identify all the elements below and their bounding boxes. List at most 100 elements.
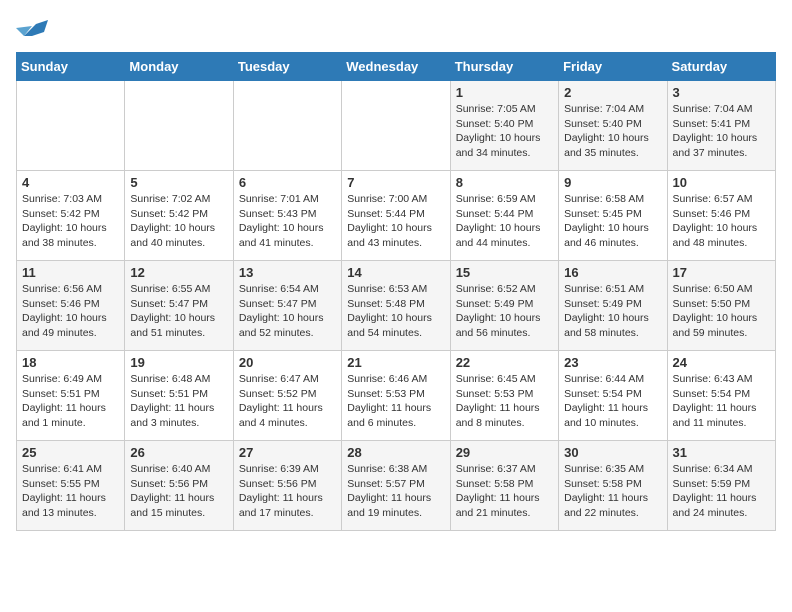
day-number: 31 <box>673 445 770 460</box>
day-info: Sunrise: 6:54 AMSunset: 5:47 PMDaylight:… <box>239 282 336 341</box>
calendar-day-cell: 14Sunrise: 6:53 AMSunset: 5:48 PMDayligh… <box>342 261 450 351</box>
weekday-header: Thursday <box>450 53 558 81</box>
calendar-day-cell: 15Sunrise: 6:52 AMSunset: 5:49 PMDayligh… <box>450 261 558 351</box>
calendar-week-row: 4 Sunrise: 7:03 AMSunset: 5:42 PMDaylight… <box>17 171 776 261</box>
day-info: Sunrise: 7:04 AMSunset: 5:41 PMDaylight:… <box>673 102 770 161</box>
day-number: 1 <box>456 85 553 100</box>
day-number: 5 <box>130 175 227 190</box>
calendar-day-cell <box>125 81 233 171</box>
day-info: Sunrise: 6:46 AMSunset: 5:53 PMDaylight:… <box>347 372 444 431</box>
weekday-header: Wednesday <box>342 53 450 81</box>
calendar-day-cell: 6 Sunrise: 7:01 AMSunset: 5:43 PMDaylight… <box>233 171 341 261</box>
weekday-header: Monday <box>125 53 233 81</box>
weekday-header: Sunday <box>17 53 125 81</box>
day-number: 24 <box>673 355 770 370</box>
calendar-week-row: 25 Sunrise: 6:41 AMSunset: 5:55 PMDayligh… <box>17 441 776 531</box>
day-info: Sunrise: 6:35 AMSunset: 5:58 PMDaylight:… <box>564 462 661 521</box>
calendar-day-cell: 22 Sunrise: 6:45 AMSunset: 5:53 PMDayligh… <box>450 351 558 441</box>
day-info: Sunrise: 6:47 AMSunset: 5:52 PMDaylight:… <box>239 372 336 431</box>
calendar-day-cell: 4 Sunrise: 7:03 AMSunset: 5:42 PMDaylight… <box>17 171 125 261</box>
day-info: Sunrise: 6:45 AMSunset: 5:53 PMDaylight:… <box>456 372 553 431</box>
weekday-header: Tuesday <box>233 53 341 81</box>
day-info: Sunrise: 6:44 AMSunset: 5:54 PMDaylight:… <box>564 372 661 431</box>
day-info: Sunrise: 6:57 AMSunset: 5:46 PMDaylight:… <box>673 192 770 251</box>
day-number: 29 <box>456 445 553 460</box>
day-info: Sunrise: 6:50 AMSunset: 5:50 PMDaylight:… <box>673 282 770 341</box>
day-info: Sunrise: 6:51 AMSunset: 5:49 PMDaylight:… <box>564 282 661 341</box>
day-info: Sunrise: 7:03 AMSunset: 5:42 PMDaylight:… <box>22 192 119 251</box>
calendar-day-cell: 3 Sunrise: 7:04 AMSunset: 5:41 PMDaylight… <box>667 81 775 171</box>
logo-icon <box>16 16 48 44</box>
day-info: Sunrise: 6:49 AMSunset: 5:51 PMDaylight:… <box>22 372 119 431</box>
day-number: 9 <box>564 175 661 190</box>
day-number: 22 <box>456 355 553 370</box>
day-number: 8 <box>456 175 553 190</box>
day-info: Sunrise: 6:58 AMSunset: 5:45 PMDaylight:… <box>564 192 661 251</box>
calendar-day-cell <box>342 81 450 171</box>
calendar-day-cell: 9 Sunrise: 6:58 AMSunset: 5:45 PMDaylight… <box>559 171 667 261</box>
weekday-header: Friday <box>559 53 667 81</box>
day-number: 18 <box>22 355 119 370</box>
calendar-day-cell <box>233 81 341 171</box>
day-number: 21 <box>347 355 444 370</box>
calendar-day-cell: 1 Sunrise: 7:05 AMSunset: 5:40 PMDaylight… <box>450 81 558 171</box>
calendar-day-cell <box>17 81 125 171</box>
day-number: 3 <box>673 85 770 100</box>
day-number: 23 <box>564 355 661 370</box>
calendar-day-cell: 13 Sunrise: 6:54 AMSunset: 5:47 PMDayligh… <box>233 261 341 351</box>
day-number: 10 <box>673 175 770 190</box>
day-info: Sunrise: 7:00 AMSunset: 5:44 PMDaylight:… <box>347 192 444 251</box>
calendar-day-cell: 8 Sunrise: 6:59 AMSunset: 5:44 PMDaylight… <box>450 171 558 261</box>
day-number: 13 <box>239 265 336 280</box>
calendar-day-cell: 12Sunrise: 6:55 AMSunset: 5:47 PMDayligh… <box>125 261 233 351</box>
day-info: Sunrise: 6:52 AMSunset: 5:49 PMDaylight:… <box>456 282 553 341</box>
calendar-week-row: 1 Sunrise: 7:05 AMSunset: 5:40 PMDaylight… <box>17 81 776 171</box>
page-header <box>16 16 776 44</box>
calendar-day-cell: 21 Sunrise: 6:46 AMSunset: 5:53 PMDayligh… <box>342 351 450 441</box>
day-number: 30 <box>564 445 661 460</box>
day-info: Sunrise: 7:05 AMSunset: 5:40 PMDaylight:… <box>456 102 553 161</box>
calendar-day-cell: 16Sunrise: 6:51 AMSunset: 5:49 PMDayligh… <box>559 261 667 351</box>
day-number: 2 <box>564 85 661 100</box>
calendar-day-cell: 18 Sunrise: 6:49 AMSunset: 5:51 PMDayligh… <box>17 351 125 441</box>
calendar-table: SundayMondayTuesdayWednesdayThursdayFrid… <box>16 52 776 531</box>
day-info: Sunrise: 7:02 AMSunset: 5:42 PMDaylight:… <box>130 192 227 251</box>
calendar-day-cell: 23 Sunrise: 6:44 AMSunset: 5:54 PMDayligh… <box>559 351 667 441</box>
calendar-day-cell: 27Sunrise: 6:39 AMSunset: 5:56 PMDayligh… <box>233 441 341 531</box>
day-info: Sunrise: 6:43 AMSunset: 5:54 PMDaylight:… <box>673 372 770 431</box>
day-info: Sunrise: 6:41 AMSunset: 5:55 PMDaylight:… <box>22 462 119 521</box>
day-number: 20 <box>239 355 336 370</box>
day-info: Sunrise: 6:59 AMSunset: 5:44 PMDaylight:… <box>456 192 553 251</box>
day-number: 6 <box>239 175 336 190</box>
calendar-day-cell: 17 Sunrise: 6:50 AMSunset: 5:50 PMDayligh… <box>667 261 775 351</box>
calendar-day-cell: 31Sunrise: 6:34 AMSunset: 5:59 PMDayligh… <box>667 441 775 531</box>
logo <box>16 16 52 44</box>
calendar-header-row: SundayMondayTuesdayWednesdayThursdayFrid… <box>17 53 776 81</box>
calendar-day-cell: 24 Sunrise: 6:43 AMSunset: 5:54 PMDayligh… <box>667 351 775 441</box>
day-number: 28 <box>347 445 444 460</box>
weekday-header: Saturday <box>667 53 775 81</box>
day-info: Sunrise: 6:37 AMSunset: 5:58 PMDaylight:… <box>456 462 553 521</box>
calendar-week-row: 18 Sunrise: 6:49 AMSunset: 5:51 PMDayligh… <box>17 351 776 441</box>
day-info: Sunrise: 7:01 AMSunset: 5:43 PMDaylight:… <box>239 192 336 251</box>
day-number: 19 <box>130 355 227 370</box>
day-info: Sunrise: 6:48 AMSunset: 5:51 PMDaylight:… <box>130 372 227 431</box>
day-number: 17 <box>673 265 770 280</box>
calendar-day-cell: 19 Sunrise: 6:48 AMSunset: 5:51 PMDayligh… <box>125 351 233 441</box>
calendar-day-cell: 11 Sunrise: 6:56 AMSunset: 5:46 PMDayligh… <box>17 261 125 351</box>
day-number: 11 <box>22 265 119 280</box>
calendar-day-cell: 30 Sunrise: 6:35 AMSunset: 5:58 PMDayligh… <box>559 441 667 531</box>
day-number: 26 <box>130 445 227 460</box>
calendar-day-cell: 10 Sunrise: 6:57 AMSunset: 5:46 PMDayligh… <box>667 171 775 261</box>
day-number: 27 <box>239 445 336 460</box>
day-number: 4 <box>22 175 119 190</box>
calendar-day-cell: 28Sunrise: 6:38 AMSunset: 5:57 PMDayligh… <box>342 441 450 531</box>
calendar-day-cell: 7Sunrise: 7:00 AMSunset: 5:44 PMDaylight… <box>342 171 450 261</box>
day-info: Sunrise: 6:56 AMSunset: 5:46 PMDaylight:… <box>22 282 119 341</box>
calendar-day-cell: 25 Sunrise: 6:41 AMSunset: 5:55 PMDayligh… <box>17 441 125 531</box>
calendar-day-cell: 20 Sunrise: 6:47 AMSunset: 5:52 PMDayligh… <box>233 351 341 441</box>
calendar-day-cell: 5 Sunrise: 7:02 AMSunset: 5:42 PMDaylight… <box>125 171 233 261</box>
calendar-day-cell: 2 Sunrise: 7:04 AMSunset: 5:40 PMDaylight… <box>559 81 667 171</box>
day-info: Sunrise: 7:04 AMSunset: 5:40 PMDaylight:… <box>564 102 661 161</box>
day-number: 25 <box>22 445 119 460</box>
